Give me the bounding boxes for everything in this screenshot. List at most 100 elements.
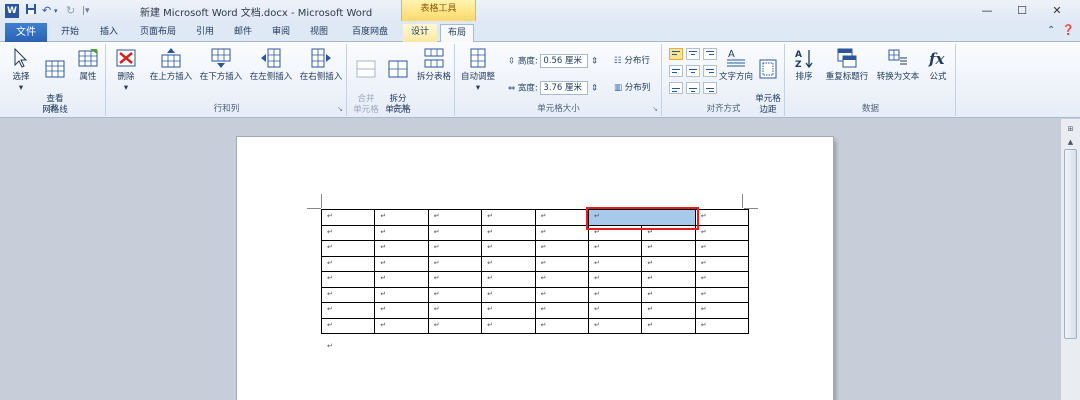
table-cell[interactable]: ↵ [374,317,429,334]
tab-baidu-netdisk[interactable]: 百度网盘 [345,24,395,42]
distribute-rows-button[interactable]: ☷ 分布行 [614,54,650,68]
table-cell[interactable]: ↵ [427,302,483,319]
document-page[interactable]: ↵ ↵ ↵ ↵ ↵ ↵ ↵ ↵ ↵ ↵ ↵ ↵ ↵ ↵ ↵ ↵ ↵ ↵ ↵ ↵ ↵ ↵ ↵ ↵ ↵ ↵ ↵ ↵ ↵ ↵ ↵ ↵ ↵ ↵ ↵ ↵ ↵ ↵ ↵ ↵… [237,137,833,400]
repeat-header-rows-button[interactable]: 重复标题行 [822,46,872,83]
table-cell[interactable]: ↵ [320,317,376,334]
cell-size-launcher-icon[interactable]: ↘ [652,105,658,113]
height-input[interactable]: 0.56 厘米 [540,54,589,68]
table-cell[interactable]: ↵ [427,317,483,334]
scroll-thumb[interactable] [1064,149,1077,339]
table-cell[interactable]: ↵ [481,224,536,241]
undo-dropdown-icon[interactable]: ▾ [54,3,58,19]
table-cell[interactable]: ↵ [534,255,589,272]
table-cell[interactable]: ↵ [587,255,643,272]
width-spinner-icon[interactable]: ⇕ [591,84,598,94]
table-cell[interactable]: ↵ [427,255,483,272]
table-cell[interactable]: ↵ [481,302,536,319]
tab-insert[interactable]: 插入 [94,24,124,42]
scroll-up-icon[interactable]: ▲ [1064,136,1077,148]
tab-references[interactable]: 引用 [190,24,220,42]
align-top-right-button[interactable] [703,48,717,60]
table-cell[interactable]: ↵ [694,286,750,303]
table-cell[interactable]: ↵ [481,271,536,288]
table-cell[interactable]: ↵ [641,255,696,272]
table-cell[interactable]: ↵ [374,224,429,241]
align-bottom-right-button[interactable] [703,82,717,94]
table-cell[interactable]: ↵ [694,271,750,288]
table-cell[interactable]: ↵ [694,255,750,272]
table-cell[interactable]: ↵ [481,240,536,257]
table-cell[interactable]: ↵ [587,271,643,288]
table-cell[interactable]: ↵ [481,286,536,303]
ribbon-collapse-icon[interactable]: ⌃ [1047,25,1055,36]
table-cell[interactable]: ↵ [320,224,376,241]
tab-design[interactable]: 设计 [403,24,437,42]
tab-home[interactable]: 开始 [55,24,85,42]
align-top-center-button[interactable] [686,48,700,60]
distribute-columns-button[interactable]: ▥ 分布列 [614,81,650,95]
tab-layout[interactable]: 布局 [440,24,474,43]
table-cell[interactable]: ↵ [534,224,589,241]
table-cell[interactable]: ↵ [374,271,429,288]
align-top-left-button[interactable] [669,48,683,60]
sort-button[interactable]: AZ 排序 [790,46,818,83]
tab-review[interactable]: 审阅 [266,24,296,42]
insert-below-button[interactable]: 在下方插入 [197,46,245,83]
table-cell[interactable]: ↵ [320,255,376,272]
table-cell[interactable]: ↵ [427,209,483,226]
table-cell[interactable]: ↵ [641,271,696,288]
align-bottom-left-button[interactable] [669,82,683,94]
redo-icon[interactable]: ↻ [66,3,75,19]
delete-button[interactable]: 删除 ▾ [111,46,141,94]
table-cell[interactable]: ↵ [427,240,483,257]
table-cell[interactable]: ↵ [427,286,483,303]
text-direction-button[interactable]: A 文字方向 [719,46,753,83]
table-cell[interactable]: ↵ [641,302,696,319]
table-cell[interactable]: ↵ [694,302,750,319]
vertical-scrollbar[interactable]: ⊞ ▲ [1060,119,1080,400]
split-table-button[interactable]: 拆分表格 [414,46,454,83]
table-cell[interactable]: ↵ [694,240,750,257]
table-cell[interactable]: ↵ [374,240,429,257]
table-cell[interactable]: ↵ [320,286,376,303]
tab-mailings[interactable]: 邮件 [228,24,258,42]
maximize-button[interactable]: ☐ [1005,0,1039,22]
close-button[interactable]: ✕ [1040,0,1074,22]
table-cell[interactable]: ↵ [534,302,589,319]
align-middle-left-button[interactable] [669,65,683,77]
align-bottom-center-button[interactable] [686,82,700,94]
table-cell[interactable]: ↵ [587,317,643,334]
table-cell[interactable]: ↵ [427,224,483,241]
table-cell[interactable]: ↵ [534,209,589,226]
ruler-toggle-icon[interactable]: ⊞ [1064,123,1077,135]
insert-right-button[interactable]: 在右侧插入 [297,46,345,83]
rows-columns-launcher-icon[interactable]: ↘ [337,105,343,113]
table-cell[interactable]: ↵ [320,209,376,226]
customize-qat-icon[interactable]: |▾ [82,3,90,19]
table-cell[interactable]: ↵ [534,271,589,288]
autofit-button[interactable]: 自动调整 ▾ [458,46,498,94]
table-cell[interactable]: ↵ [320,302,376,319]
convert-to-text-button[interactable]: 转换为文本 [874,46,922,83]
table-cell[interactable]: ↵ [320,240,376,257]
table-cell[interactable]: ↵ [374,255,429,272]
table-cell[interactable]: ↵ [694,224,750,241]
table-cell[interactable]: ↵ [534,317,589,334]
insert-left-button[interactable]: 在左侧插入 [247,46,295,83]
table-cell[interactable]: ↵ [641,240,696,257]
tab-file[interactable]: 文件 [5,23,47,42]
table-cell[interactable]: ↵ [587,286,643,303]
properties-button[interactable]: 属性 [74,46,102,83]
table-cell[interactable]: ↵ [481,209,536,226]
tab-page-layout[interactable]: 页面布局 [133,24,183,42]
table-cell[interactable]: ↵ [481,255,536,272]
table-cell[interactable]: ↵ [694,317,750,334]
table-cell[interactable]: ↵ [374,302,429,319]
undo-icon[interactable]: ↶ [42,3,51,19]
table-cell[interactable]: ↵ [534,240,589,257]
select-button[interactable]: 选择 ▾ [6,46,36,94]
width-input[interactable]: 3.76 厘米 [540,81,589,95]
table-cell[interactable]: ↵ [694,209,750,226]
minimize-button[interactable]: — [970,0,1004,22]
save-icon[interactable] [25,3,37,19]
